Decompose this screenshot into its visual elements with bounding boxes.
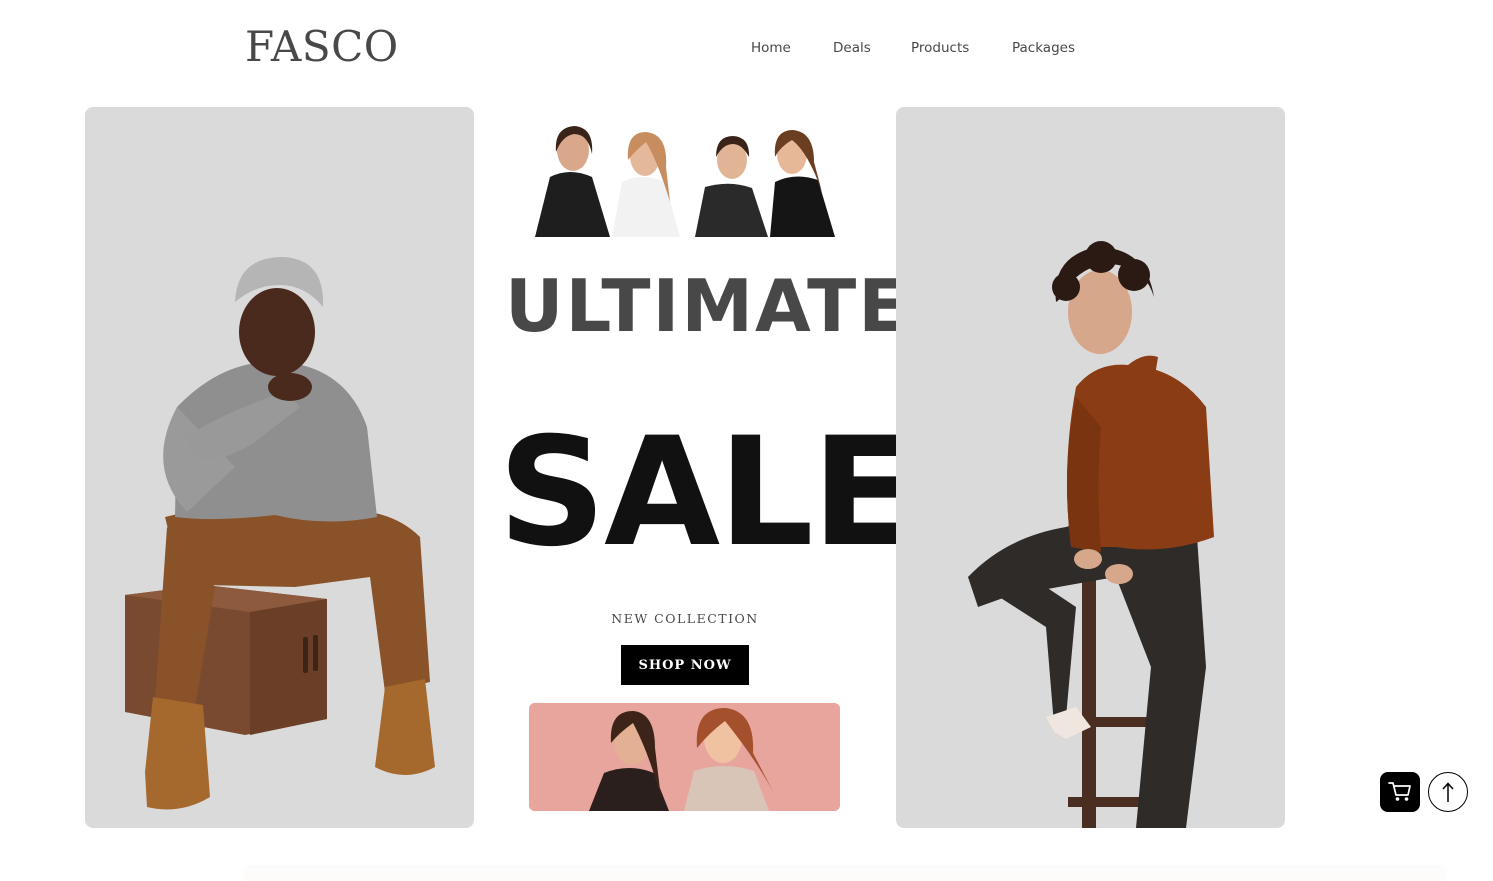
- arrow-up-icon: [1442, 782, 1454, 802]
- headline-sale: SALE: [498, 406, 914, 580]
- next-section-edge: [245, 868, 1445, 881]
- shop-now-button[interactable]: SHOP NOW: [621, 645, 749, 685]
- promo-photo-bottom: [529, 703, 840, 811]
- cart-icon: [1388, 782, 1411, 801]
- nav-home[interactable]: Home: [751, 40, 791, 56]
- scroll-to-top-button[interactable]: [1428, 772, 1468, 812]
- man-sitting-illustration: [125, 257, 435, 810]
- nav-deals[interactable]: Deals: [833, 40, 871, 56]
- hero-image-left: [85, 107, 474, 828]
- group-photo-top: [530, 122, 840, 237]
- hero-image-right: [896, 107, 1285, 828]
- man-on-stool-illustration: [968, 241, 1214, 828]
- cart-button[interactable]: [1380, 772, 1420, 812]
- nav-products[interactable]: Products: [911, 40, 969, 56]
- headline-ultimate: ULTIMATE: [505, 264, 910, 348]
- subheading-new-collection: NEW COLLECTION: [611, 611, 759, 626]
- two-women-laughing-illustration: [529, 703, 840, 811]
- four-women-illustration: [530, 122, 840, 237]
- nav-packages[interactable]: Packages: [1012, 40, 1075, 56]
- brand-logo[interactable]: FASCO: [245, 26, 399, 68]
